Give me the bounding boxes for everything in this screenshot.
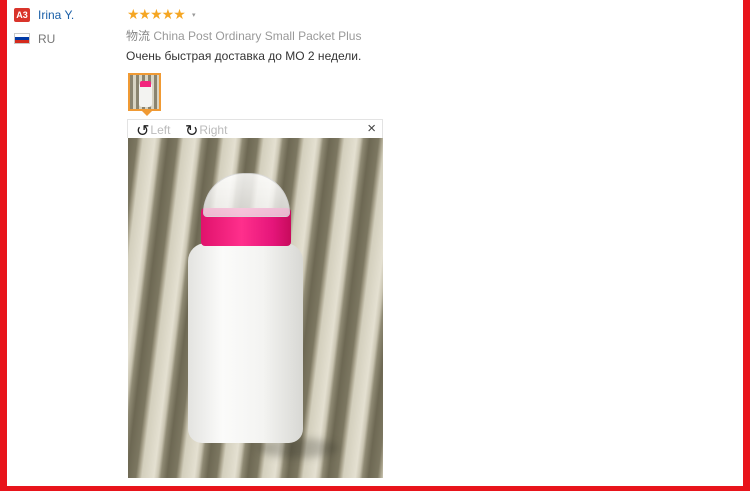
reviewer-name[interactable]: Irina Y. <box>38 8 74 22</box>
review-photo-large <box>128 138 383 478</box>
review-text: Очень быстрая доставка до МО 2 недели. <box>126 49 362 63</box>
country-flag-icon <box>14 33 30 44</box>
close-icon[interactable]: × <box>367 120 376 138</box>
review-card: A3 Irina Y. RU ★★★★★ ▾ 物流 China Post Ord… <box>7 0 743 486</box>
shipping-label: 物流 <box>126 29 151 43</box>
rotate-right-label: Right <box>199 123 228 137</box>
rotate-left-label: Left <box>150 123 171 137</box>
image-viewer-toolbar: ↺Left ↻Right × <box>127 119 383 140</box>
thumbnail-cap <box>140 81 151 87</box>
star-rating: ★★★★★ <box>127 6 186 22</box>
reviewer-country: RU <box>38 32 56 46</box>
photo-bottle-lid <box>203 173 290 217</box>
thumbnail-pointer-icon <box>142 111 152 116</box>
flag-stripe-red <box>15 40 29 43</box>
photo-bottle-body <box>188 243 303 443</box>
reviewer-level-badge: A3 <box>14 8 30 22</box>
shipping-method: China Post Ordinary Small Packet Plus <box>153 29 362 43</box>
shipping-info: 物流 China Post Ordinary Small Packet Plus <box>126 27 361 44</box>
rating-caret-icon: ▾ <box>192 12 196 19</box>
review-photo-thumbnail[interactable] <box>128 73 161 111</box>
